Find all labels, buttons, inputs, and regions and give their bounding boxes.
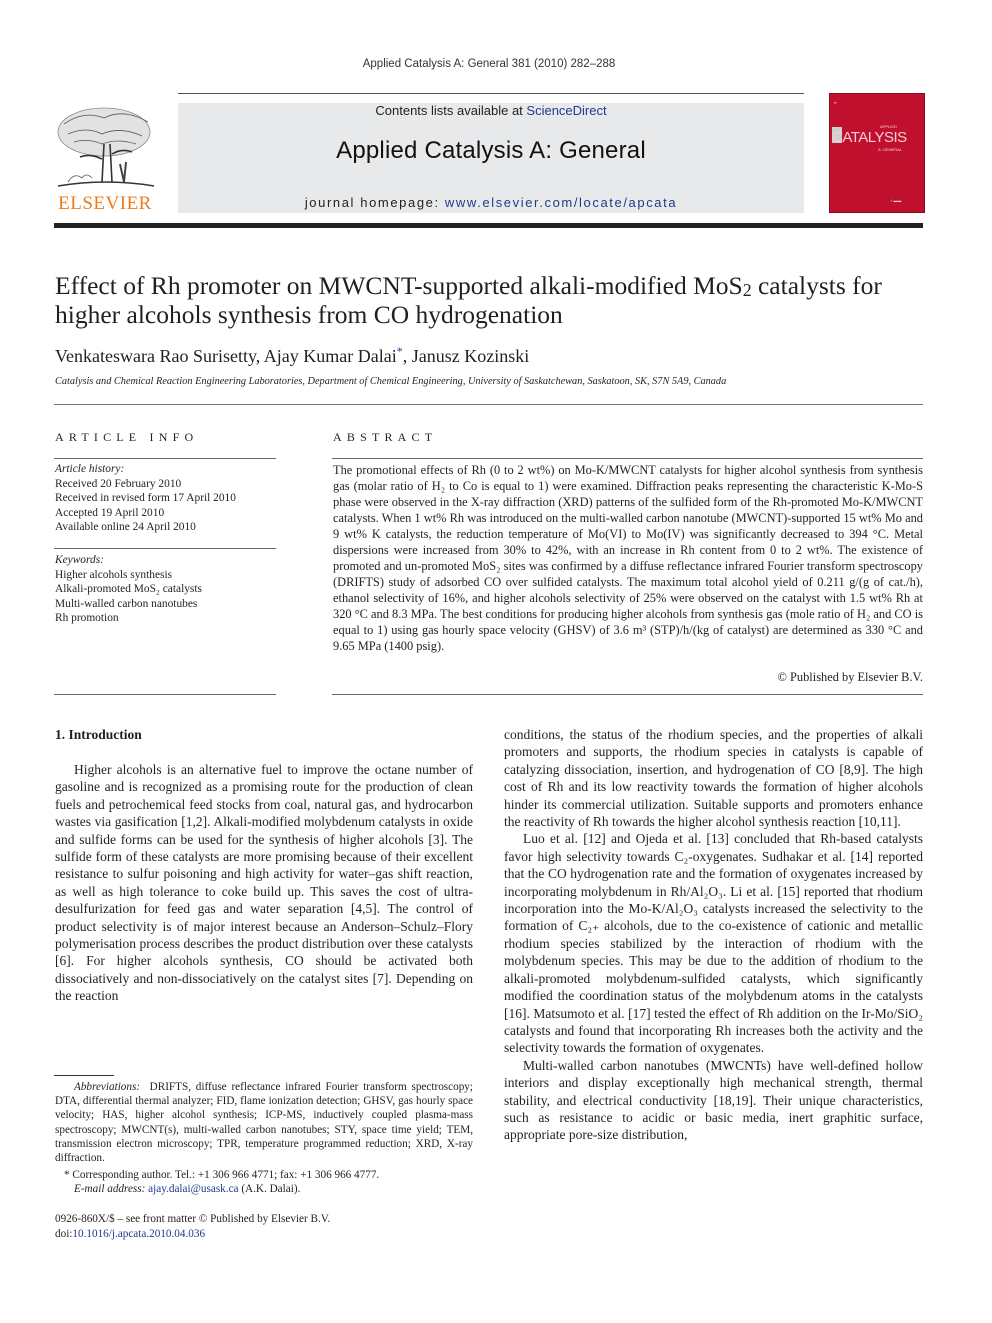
author-list: Venkateswara Rao Surisetty, Ajay Kumar D… xyxy=(55,344,529,367)
journal-title: Applied Catalysis A: General xyxy=(336,137,646,164)
author-affiliation: Catalysis and Chemical Reaction Engineer… xyxy=(55,376,727,387)
sciencedirect-link[interactable]: ScienceDirect xyxy=(526,103,606,118)
keywords-list: Keywords: Higher alcohols synthesis Alka… xyxy=(55,553,202,626)
doi-line: doi:10.1016/j.apcata.2010.04.036 xyxy=(55,1227,330,1242)
keyword-item: Alkali-promoted MoS₂ catalysts xyxy=(55,583,202,595)
history-label: Article history: xyxy=(55,463,125,475)
author-name[interactable]: Janusz Kozinski xyxy=(412,346,529,366)
title-divider xyxy=(54,404,923,405)
article-info-heading: ARTICLE INFO xyxy=(55,430,199,444)
journal-cover-image: ▪▪ APPLIED CATALYSIS A: GENERAL ✓▬▬ xyxy=(829,93,925,213)
author-name[interactable]: Ajay Kumar Dalai xyxy=(264,346,397,366)
cover-logo-mark: ▪▪ xyxy=(834,100,837,105)
title-text-1: Effect of Rh promoter on MWCNT-supported… xyxy=(55,271,743,300)
header-thick-divider xyxy=(54,223,923,228)
history-item: Received 20 February 2010 xyxy=(55,477,182,490)
publisher-logo-text: ELSEVIER xyxy=(58,193,152,214)
keywords-divider xyxy=(54,548,276,549)
keywords-label: Keywords: xyxy=(55,554,104,566)
abstract-heading: ABSTRACT xyxy=(333,430,438,444)
keyword-item: Higher alcohols synthesis xyxy=(55,568,173,581)
article-info-end-divider xyxy=(54,694,276,695)
email-suffix: (A.K. Dalai). xyxy=(238,1183,301,1196)
doi-link[interactable]: 10.1016/j.apcata.2010.04.036 xyxy=(72,1228,205,1240)
abbreviations-label: Abbreviations: xyxy=(74,1081,141,1093)
article-history: Article history: Received 20 February 20… xyxy=(55,462,236,535)
article-title: Effect of Rh promoter on MWCNT-supported… xyxy=(55,271,935,329)
email-footnote: E-mail address: ajay.dalai@usask.ca (A.K… xyxy=(55,1182,473,1196)
abstract-end-divider xyxy=(332,694,923,695)
keyword-item: Rh promotion xyxy=(55,612,119,624)
abstract-copyright: © Published by Elsevier B.V. xyxy=(777,670,923,684)
section-heading-introduction: 1. Introduction xyxy=(55,727,142,742)
email-label: E-mail address: xyxy=(74,1183,146,1196)
history-item: Accepted 19 April 2010 xyxy=(55,506,165,519)
header-divider xyxy=(178,93,804,94)
journal-citation: Applied Catalysis A: General 381 (2010) … xyxy=(362,58,616,70)
footnote-divider xyxy=(54,1075,114,1076)
cover-title: CATALYSIS xyxy=(832,129,907,146)
abstract-divider xyxy=(332,458,923,459)
homepage-prefix: journal homepage: xyxy=(304,195,445,210)
footnotes: Abbreviations: DRIFTS, diffuse reflectan… xyxy=(55,1080,473,1197)
body-paragraph: Multi-walled carbon nanotubes (MWCNTs) h… xyxy=(504,1057,923,1143)
body-paragraph: Luo et al. [12] and Ojeda et al. [13] co… xyxy=(504,831,923,1056)
author-separator: , xyxy=(255,346,264,366)
contents-prefix: Contents lists available at xyxy=(375,103,527,118)
email-link[interactable]: ajay.dalai@usask.ca xyxy=(148,1183,238,1195)
abbreviations-text: DRIFTS, diffuse reflectance infrared Fou… xyxy=(55,1081,473,1165)
keyword-item: Multi-walled carbon nanotubes xyxy=(55,597,198,610)
body-column-left: Higher alcohols is an alternative fuel t… xyxy=(55,761,473,1005)
corresponding-author-footnote: * Corresponding author. Tel.: +1 306 966… xyxy=(64,1169,380,1182)
history-item: Available online 24 April 2010 xyxy=(55,521,196,533)
front-matter: 0926-860X/$ – see front matter © Publish… xyxy=(55,1212,330,1241)
homepage-link[interactable]: www.elsevier.com/locate/apcata xyxy=(445,195,677,210)
author-name[interactable]: Venkateswara Rao Surisetty xyxy=(55,346,256,366)
doi-prefix: doi: xyxy=(55,1227,73,1240)
abbreviations-footnote: Abbreviations: DRIFTS, diffuse reflectan… xyxy=(55,1080,473,1165)
body-paragraph: conditions, the status of the rhodium sp… xyxy=(504,727,923,830)
article-info-divider xyxy=(54,458,276,459)
body-column-right: conditions, the status of the rhodium sp… xyxy=(504,726,923,1144)
abstract-text: The promotional effects of Rh (0 to 2 wt… xyxy=(333,463,923,653)
title-subscript: 2 xyxy=(742,280,752,300)
history-item: Received in revised form 17 April 2010 xyxy=(55,492,236,504)
cover-subtitle: A: GENERAL xyxy=(878,147,903,152)
cover-sciencedirect-mark: ✓▬▬ xyxy=(890,198,902,203)
author-separator: , xyxy=(402,346,412,366)
contents-availability: Contents lists available at ScienceDirec… xyxy=(178,103,804,118)
journal-homepage: journal homepage: www.elsevier.com/locat… xyxy=(178,195,804,210)
issn-line: 0926-860X/$ – see front matter © Publish… xyxy=(55,1213,331,1225)
body-paragraph: Higher alcohols is an alternative fuel t… xyxy=(55,762,473,1004)
